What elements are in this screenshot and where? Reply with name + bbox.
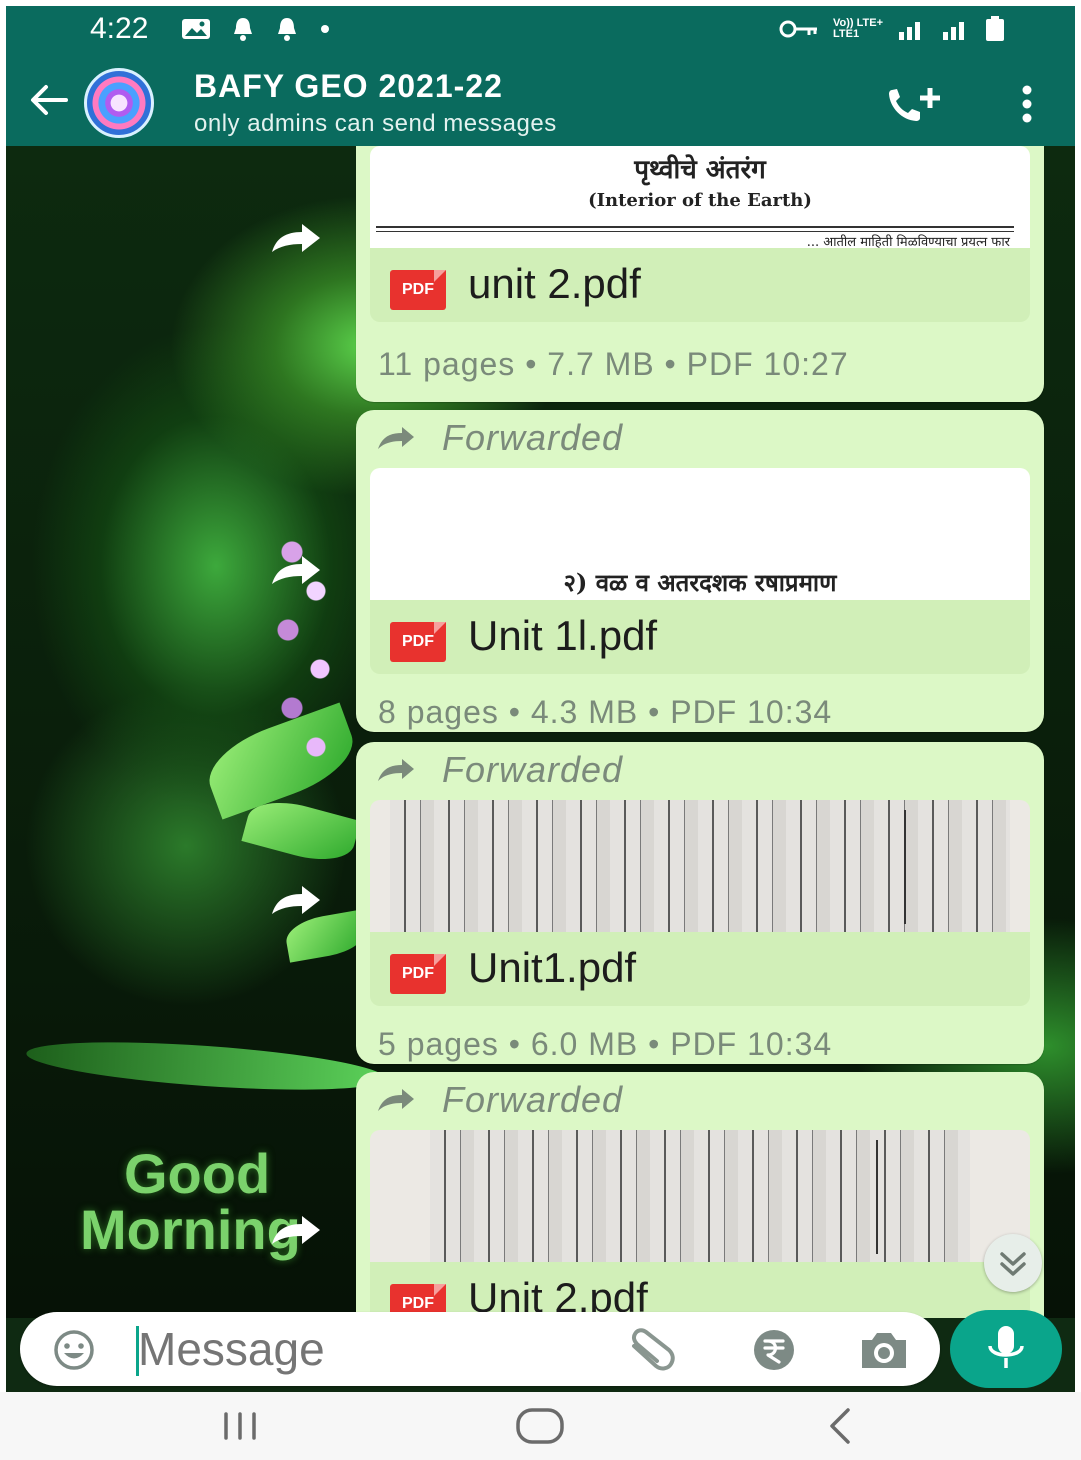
forwarded-label: Forwarded <box>376 749 624 790</box>
group-subtitle: only admins can send messages <box>194 110 557 137</box>
message-box[interactable] <box>20 1312 940 1386</box>
pdf-thumbnail[interactable]: २) वळ व अतरदशक रषाप्रमाण <box>370 468 1030 600</box>
forwarded-arrow-icon <box>378 759 414 781</box>
forwarded-label: Forwarded <box>376 1079 624 1120</box>
forwarded-label: Forwarded <box>376 417 624 458</box>
message-bubble[interactable]: Forwarded PDF Unit1.pdf 5 pages • 6.0 MB… <box>356 742 1044 1064</box>
forward-share-icon[interactable] <box>268 554 322 588</box>
gallery-icon <box>182 19 210 39</box>
scan-divider <box>904 810 906 924</box>
system-navigation-bar <box>0 1392 1081 1460</box>
forward-share-icon[interactable] <box>268 1214 322 1248</box>
message-input[interactable] <box>138 1318 578 1380</box>
mic-icon <box>988 1326 1024 1368</box>
bell-icon <box>234 18 252 41</box>
pdf-file-row[interactable]: PDF Unit1.pdf <box>370 932 1030 1006</box>
recent-apps-icon[interactable] <box>210 1402 270 1450</box>
scroll-to-bottom-button[interactable] <box>984 1234 1042 1292</box>
message-composer <box>6 1308 1075 1392</box>
whatsapp-screen: 4:22 Vo)) LTE+ LTE1 BAFY GEO 2021-22 onl… <box>6 6 1075 1392</box>
wallpaper-leaf <box>25 1033 387 1099</box>
battery-icon <box>986 16 1004 41</box>
message-bubble[interactable]: Forwarded २) वळ व अतरदशक रषाप्रमाण PDF U… <box>356 410 1044 732</box>
signal-icon <box>943 22 964 40</box>
pdf-file-row[interactable]: PDF unit 2.pdf <box>370 248 1030 322</box>
forwarded-arrow-icon <box>378 427 414 449</box>
file-meta: 5 pages • 6.0 MB • PDF 10:34 <box>378 1026 833 1062</box>
chat-header: BAFY GEO 2021-22 only admins can send me… <box>6 56 1075 146</box>
group-title[interactable]: BAFY GEO 2021-22 <box>194 68 503 105</box>
scan-divider <box>876 1140 878 1254</box>
forwarded-text: Forwarded <box>442 749 624 790</box>
scanned-page-image <box>390 800 1010 932</box>
paperclip-icon[interactable] <box>624 1328 680 1372</box>
pdf-file-name: Unit 1l.pdf <box>468 612 658 659</box>
pdf-file-icon: PDF <box>390 954 446 994</box>
bell-icon <box>278 18 296 41</box>
thumb-subheading: (Interior of the Earth) <box>588 190 812 211</box>
pdf-file-icon: PDF <box>390 270 446 310</box>
network-label: Vo)) LTE+ LTE1 <box>832 17 883 40</box>
message-bubble[interactable]: Forwarded PDF Unit 2.pdf <box>356 1072 1044 1318</box>
scanned-page-image <box>430 1130 970 1262</box>
chat-area[interactable]: Good Morning पृथ्वीचे अंतरंग (Interior o… <box>6 146 1075 1318</box>
thumb-heading: २) वळ व अतरदशक रषाप्रमाण <box>563 568 837 597</box>
double-chevron-down-icon <box>1000 1252 1026 1276</box>
dot-icon <box>321 25 329 33</box>
forward-share-icon[interactable] <box>268 884 322 918</box>
signal-icon <box>899 22 920 40</box>
wallpaper-greeting-line1: Good <box>124 1142 271 1205</box>
forwarded-arrow-icon <box>378 1089 414 1111</box>
kebab-menu-icon[interactable] <box>1012 82 1042 126</box>
mic-button[interactable] <box>950 1310 1062 1388</box>
pdf-file-name: unit 2.pdf <box>468 260 641 307</box>
rupee-icon[interactable] <box>748 1328 800 1372</box>
forward-share-icon[interactable] <box>268 222 322 256</box>
message-bubble[interactable]: पृथ्वीचे अंतरंग (Interior of the Earth) … <box>356 146 1044 402</box>
pdf-thumbnail[interactable] <box>370 1130 1030 1262</box>
pdf-thumbnail[interactable] <box>370 800 1030 932</box>
pdf-file-name: Unit1.pdf <box>468 944 637 991</box>
group-avatar[interactable] <box>84 68 154 138</box>
system-indicators: Vo)) LTE+ LTE1 <box>779 16 1005 42</box>
pdf-file-row[interactable]: PDF Unit 1l.pdf <box>370 600 1030 674</box>
file-meta: 8 pages • 4.3 MB • PDF 10:34 <box>378 694 833 730</box>
notification-icons <box>181 16 331 42</box>
forwarded-text: Forwarded <box>442 417 624 458</box>
pdf-file-icon: PDF <box>390 622 446 662</box>
status-time: 4:22 <box>90 12 149 45</box>
pdf-thumbnail[interactable]: पृथ्वीचे अंतरंग (Interior of the Earth) … <box>370 146 1030 248</box>
thumb-heading: पृथ्वीचे अंतरंग <box>634 155 766 185</box>
emoji-icon[interactable] <box>52 1328 96 1372</box>
thumb-line: ... आतील माहिती मिळविण्याचा प्रयत्न फार <box>806 235 1010 248</box>
status-bar: 4:22 Vo)) LTE+ LTE1 <box>6 6 1075 56</box>
vpn-key-icon <box>779 20 817 38</box>
back-arrow-icon[interactable] <box>26 78 70 122</box>
camera-icon[interactable] <box>856 1328 912 1372</box>
file-meta: 11 pages • 7.7 MB • PDF 10:27 <box>378 346 849 382</box>
add-call-icon[interactable] <box>886 84 942 124</box>
forwarded-text: Forwarded <box>442 1079 624 1120</box>
home-icon[interactable] <box>510 1402 570 1450</box>
back-nav-icon[interactable] <box>810 1402 870 1450</box>
